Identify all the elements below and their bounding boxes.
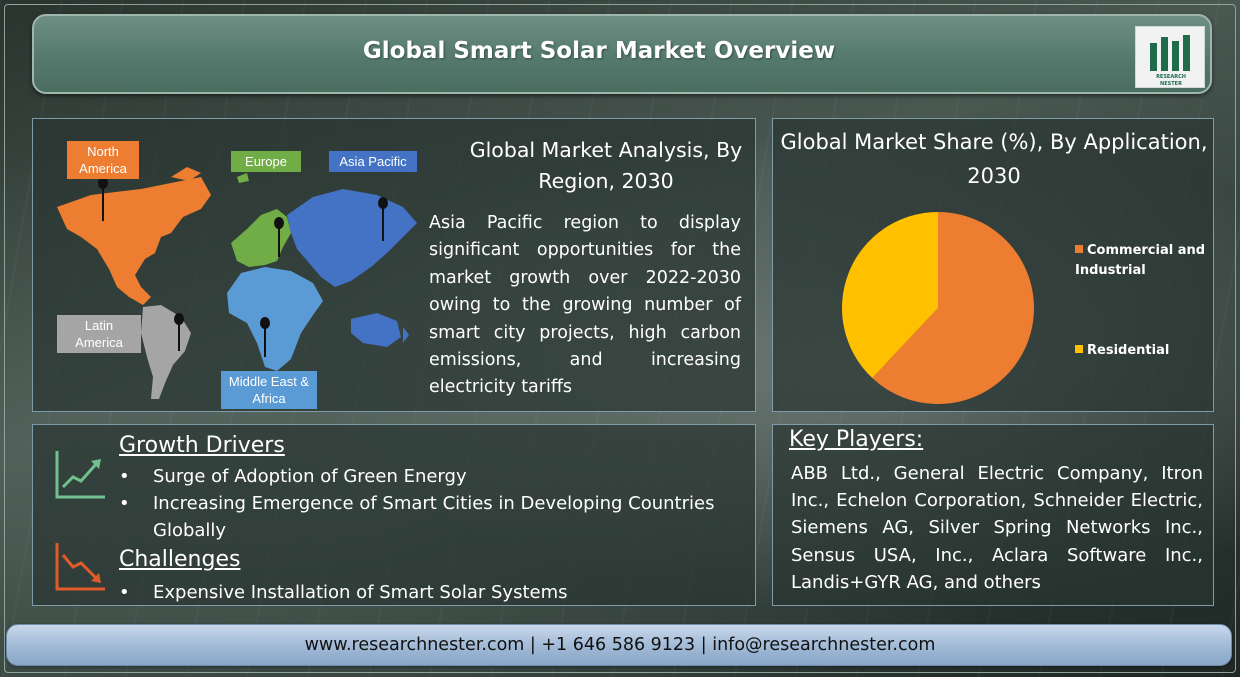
- europe-label: Europe: [231, 151, 301, 172]
- footer-contact: www.researchnester.com | +1 646 586 9123…: [304, 635, 936, 655]
- research-nester-logo: RESEARCH NESTER: [1135, 26, 1205, 88]
- challenges-heading: Challenges: [119, 547, 241, 572]
- growth-drivers-list: Surge of Adoption of Green Energy Increa…: [117, 463, 747, 544]
- header-banner: Global Smart Solar Market Overview RESEA…: [32, 14, 1212, 94]
- north-america-label: North America: [67, 141, 139, 179]
- logo-bar: [1161, 37, 1168, 71]
- middle-east-africa-shape: [227, 267, 323, 371]
- legend-label: Residential: [1087, 343, 1170, 358]
- list-item: Increasing Emergence of Smart Cities in …: [117, 490, 747, 544]
- logo-bar: [1172, 41, 1179, 71]
- latin-america-label: Latin America: [57, 315, 141, 353]
- middle-east-africa-label: Middle East & Africa: [221, 371, 317, 409]
- north-america-shape: [57, 167, 211, 305]
- asia-pacific-label: Asia Pacific: [329, 151, 417, 172]
- region-analysis-description: Asia Pacific region to display significa…: [429, 213, 741, 398]
- list-item: Surge of Adoption of Green Energy: [117, 463, 747, 490]
- key-players-panel: Key Players: ABB Ltd., General Electric …: [772, 424, 1214, 606]
- logo-bar: [1183, 35, 1190, 71]
- challenges-list: Expensive Installation of Smart Solar Sy…: [117, 579, 747, 606]
- region-analysis-title: Global Market Analysis, By Region, 2030: [469, 138, 743, 193]
- market-share-title: Global Market Share (%), By Application,…: [780, 130, 1208, 188]
- legend-swatch: [1075, 345, 1083, 353]
- legend-item-commercial: Commercial and Industrial: [1075, 241, 1211, 281]
- growth-drivers-heading: Growth Drivers: [119, 433, 285, 458]
- logo-text: RESEARCH: [1156, 74, 1186, 80]
- key-players-heading: Key Players:: [789, 427, 924, 452]
- key-players-text: ABB Ltd., General Electric Company, Itro…: [791, 463, 1203, 593]
- logo-bar: [1150, 43, 1157, 71]
- decline-chart-icon: [55, 543, 105, 591]
- footer-bar: www.researchnester.com | +1 646 586 9123…: [6, 624, 1232, 666]
- list-item: Expensive Installation of Smart Solar Sy…: [117, 579, 747, 606]
- drivers-challenges-panel: Growth Drivers Surge of Adoption of Gree…: [32, 424, 756, 606]
- growth-chart-icon: [55, 451, 105, 499]
- market-share-panel: Global Market Share (%), By Application,…: [772, 118, 1214, 412]
- legend-item-residential: Residential: [1075, 341, 1211, 361]
- legend-label: Commercial and Industrial: [1075, 243, 1206, 278]
- market-share-pie-chart: [842, 212, 1034, 404]
- logo-text: NESTER: [1160, 81, 1182, 87]
- region-analysis-panel: North America Europe Asia Pacific Latin …: [32, 118, 756, 412]
- legend-swatch: [1075, 245, 1083, 253]
- page-title: Global Smart Solar Market Overview: [362, 38, 836, 64]
